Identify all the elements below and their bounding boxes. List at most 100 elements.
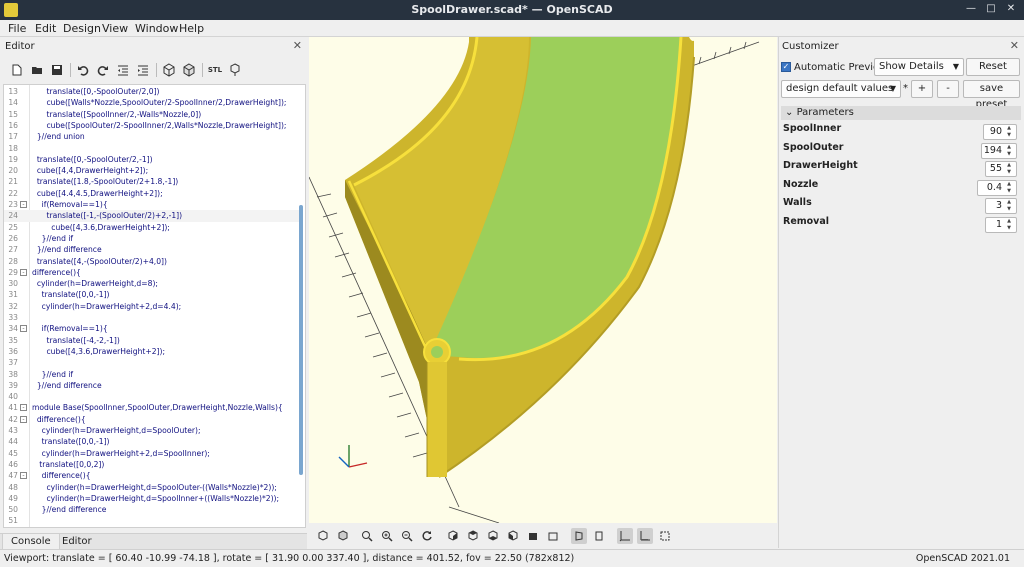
add-preset-button[interactable]: + (911, 80, 933, 98)
code-line[interactable]: 21 translate([1.8,-SpoolOuter/2+1.8,-1]) (4, 176, 300, 187)
code-line[interactable]: 23- if(Removal==1){ (4, 199, 300, 210)
code-line[interactable]: 35 translate([-4,-2,-1]) (4, 335, 300, 346)
code-line[interactable]: 48 cylinder(h=DrawerHeight,d=SpoolOuter-… (4, 482, 300, 493)
code-line[interactable]: 18 (4, 143, 300, 154)
preset-select[interactable]: design default values ▼ (781, 80, 901, 98)
code-line[interactable]: 34- if(Removal==1){ (4, 323, 300, 334)
code-line[interactable]: 45 cylinder(h=DrawerHeight+2,d=SpoolInne… (4, 448, 300, 459)
parameters-section-header[interactable]: ⌄ Parameters (781, 106, 1021, 120)
code-line[interactable]: 47- difference(){ (4, 470, 300, 481)
save-preset-button[interactable]: save preset (963, 80, 1020, 110)
fold-toggle-icon[interactable]: - (20, 404, 27, 412)
code-line[interactable]: 24 translate([-1,-(SpoolOuter/2)+2,-1]) (4, 210, 300, 222)
open-file-icon[interactable] (28, 61, 46, 79)
editor-scrollbar[interactable] (299, 205, 303, 475)
preview-icon[interactable] (315, 528, 331, 544)
reset-view-icon[interactable] (419, 528, 435, 544)
view-front-icon[interactable] (525, 528, 541, 544)
reset-button[interactable]: Reset (966, 58, 1020, 76)
fold-toggle-icon[interactable]: - (20, 415, 27, 423)
preview-icon[interactable] (160, 61, 178, 79)
code-line[interactable]: 31 translate([0,0,-1]) (4, 289, 300, 300)
fold-toggle-icon[interactable]: - (20, 472, 27, 480)
undo-icon[interactable] (74, 61, 92, 79)
3d-viewport[interactable] (309, 37, 777, 523)
export-3d-icon[interactable] (226, 61, 244, 79)
spin-arrows-icon[interactable]: ▲ ▼ (1004, 199, 1014, 213)
code-line[interactable]: 43 cylinder(h=DrawerHeight,d=SpoolOuter)… (4, 425, 300, 436)
maximize-icon[interactable]: □ (984, 2, 998, 16)
save-icon[interactable] (48, 61, 66, 79)
code-line[interactable]: 32 cylinder(h=DrawerHeight+2,d=4.4); (4, 301, 300, 312)
param-value-spinbox[interactable]: 0.4 ▲ ▼ (977, 180, 1017, 196)
new-file-icon[interactable] (8, 61, 26, 79)
menu-help[interactable]: Help (179, 22, 204, 35)
show-scale-icon[interactable] (637, 528, 653, 544)
view-top-icon[interactable] (465, 528, 481, 544)
code-line[interactable]: 25 cube([4,3.6,DrawerHeight+2]); (4, 222, 300, 233)
menu-edit[interactable]: Edit (35, 22, 56, 35)
code-line[interactable]: 49 cylinder(h=DrawerHeight,d=SpoolInner+… (4, 493, 300, 504)
code-line[interactable]: 13 translate([0,-SpoolOuter/2,0]) (4, 86, 300, 97)
customizer-close-icon[interactable]: ✕ (1010, 39, 1019, 52)
spin-arrows-icon[interactable]: ▲ ▼ (1004, 218, 1014, 232)
code-line[interactable]: 41- module Base(SpoolInner,SpoolOuter,Dra… (4, 402, 300, 413)
spin-arrows-icon[interactable]: ▲ ▼ (1004, 125, 1014, 139)
redo-icon[interactable] (94, 61, 112, 79)
spin-arrows-icon[interactable]: ▲ ▼ (1004, 162, 1014, 176)
remove-preset-button[interactable]: - (937, 80, 959, 98)
code-line[interactable]: 51 (4, 515, 300, 526)
automatic-preview-checkbox[interactable]: ✓ (781, 62, 791, 72)
view-back-icon[interactable] (545, 528, 561, 544)
show-edges-icon[interactable] (657, 528, 673, 544)
code-line[interactable]: 33 (4, 312, 300, 323)
code-line[interactable]: 19 translate([0,-SpoolOuter/2,-1]) (4, 154, 300, 165)
spin-arrows-icon[interactable]: ▲ ▼ (1004, 144, 1014, 158)
unindent-icon[interactable] (114, 61, 132, 79)
code-line[interactable]: 28 translate([4,-(SpoolOuter/2)+4,0]) (4, 256, 300, 267)
menu-view[interactable]: View (102, 22, 128, 35)
orthogonal-icon[interactable] (591, 528, 607, 544)
code-line[interactable]: 42- difference(){ (4, 414, 300, 425)
param-value-spinbox[interactable]: 3 ▲ ▼ (985, 198, 1017, 214)
export-stl-icon[interactable]: STL (206, 61, 224, 79)
view-bottom-icon[interactable] (485, 528, 501, 544)
view-all-icon[interactable] (359, 528, 375, 544)
code-line[interactable]: 30 cylinder(h=DrawerHeight,d=8); (4, 278, 300, 289)
render-icon[interactable] (180, 61, 198, 79)
details-select[interactable]: Show Details ▼ (874, 58, 964, 76)
fold-toggle-icon[interactable]: - (20, 325, 27, 333)
editor-close-icon[interactable]: ✕ (293, 39, 302, 52)
zoom-out-icon[interactable] (399, 528, 415, 544)
spin-arrows-icon[interactable]: ▲ ▼ (1004, 181, 1014, 195)
indent-icon[interactable] (134, 61, 152, 79)
close-icon[interactable]: ✕ (1004, 2, 1018, 16)
show-axes-icon[interactable] (617, 528, 633, 544)
code-line[interactable]: 40 (4, 391, 300, 402)
code-line[interactable]: 39 }//end difference (4, 380, 300, 391)
menu-design[interactable]: Design (63, 22, 101, 35)
param-value-spinbox[interactable]: 90 ▲ ▼ (983, 124, 1017, 140)
code-line[interactable]: 27 }//end difference (4, 244, 300, 255)
code-line[interactable]: 50 }//end difference (4, 504, 300, 515)
code-line[interactable]: 36 cube([4,3.6,DrawerHeight+2]); (4, 346, 300, 357)
code-line[interactable]: 38 }//end if (4, 369, 300, 380)
tab-console[interactable]: Console (2, 534, 60, 550)
code-line[interactable]: 29- difference(){ (4, 267, 300, 278)
code-line[interactable]: 44 translate([0,0,-1]) (4, 436, 300, 447)
code-line[interactable]: 26 }//end if (4, 233, 300, 244)
code-line[interactable]: 46 translate([0,0,2]) (4, 459, 300, 470)
param-value-spinbox[interactable]: 55 ▲ ▼ (985, 161, 1017, 177)
code-line[interactable]: 17 }//end union (4, 131, 300, 142)
minimize-icon[interactable]: — (964, 2, 978, 16)
fold-toggle-icon[interactable]: - (20, 201, 27, 208)
param-value-spinbox[interactable]: 194 ▲ ▼ (981, 143, 1017, 159)
code-line[interactable]: 22 cube([4.4,4.5,DrawerHeight+2]); (4, 188, 300, 199)
code-line[interactable]: 20 cube([4,4,DrawerHeight+2]); (4, 165, 300, 176)
perspective-icon[interactable] (571, 528, 587, 544)
code-line[interactable]: 37 (4, 357, 300, 368)
param-value-spinbox[interactable]: 1 ▲ ▼ (985, 217, 1017, 233)
view-left-icon[interactable] (505, 528, 521, 544)
view-right-icon[interactable] (445, 528, 461, 544)
menu-file[interactable]: File (8, 22, 26, 35)
